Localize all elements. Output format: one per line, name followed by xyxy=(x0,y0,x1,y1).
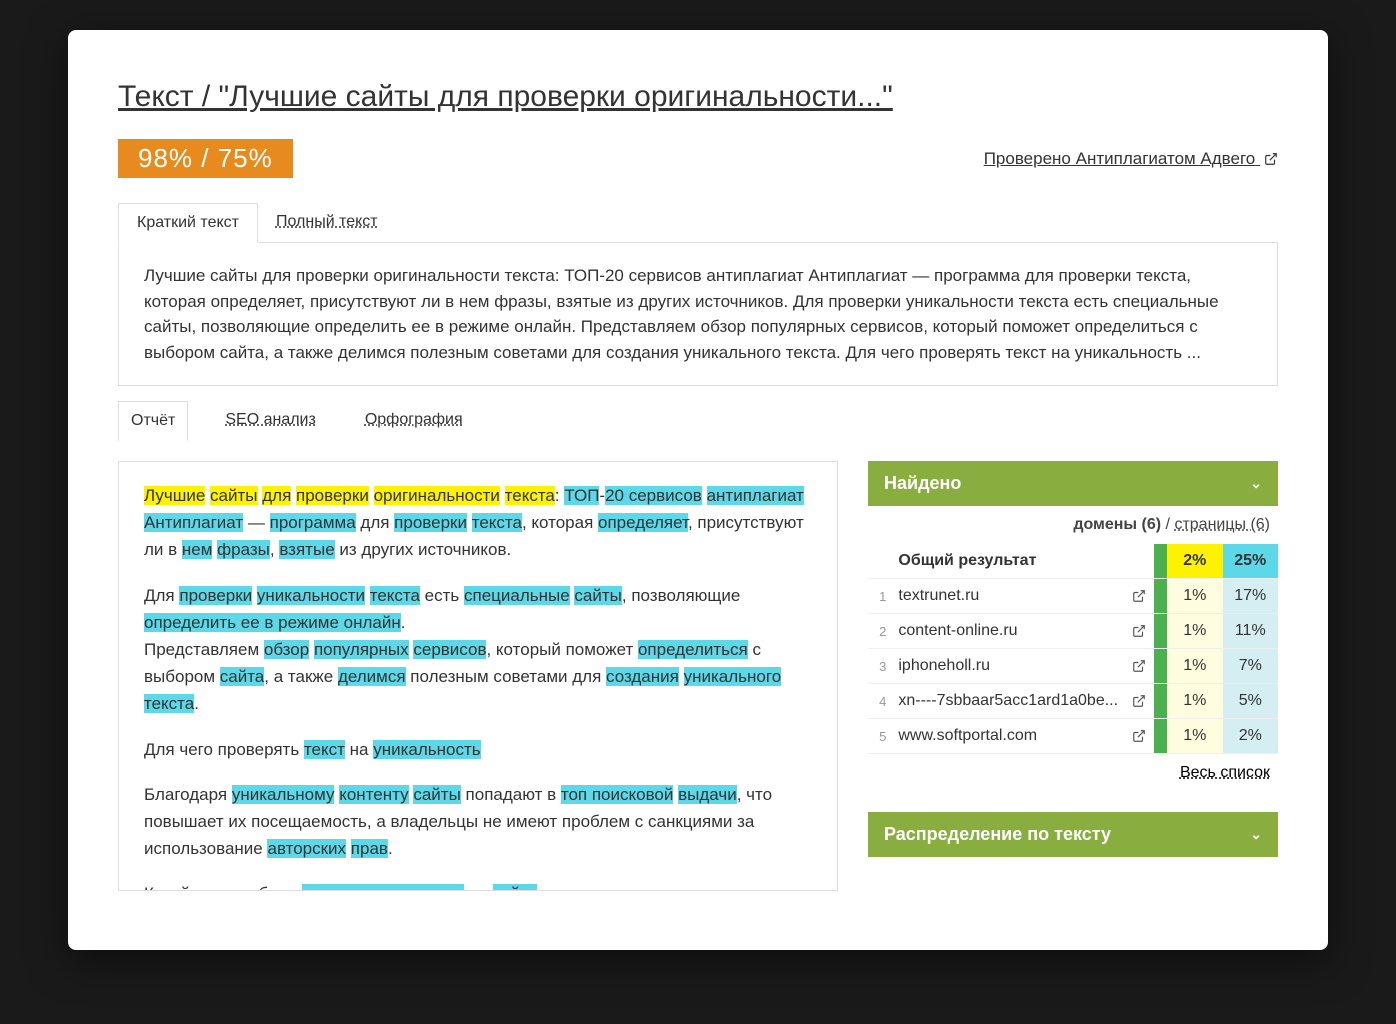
chevron-down-icon: ⌄ xyxy=(1250,475,1262,492)
row-index: 3 xyxy=(868,649,892,684)
row-domain[interactable]: content-online.ru xyxy=(892,614,1125,649)
tab-full-text[interactable]: Полный текст xyxy=(258,203,396,242)
table-row[interactable]: 1textrunet.ru 1%17% xyxy=(868,579,1278,614)
external-link-icon[interactable] xyxy=(1125,684,1154,719)
external-link-icon[interactable] xyxy=(1125,614,1154,649)
checked-by-link[interactable]: Проверено Антиплагиатом Адвего xyxy=(984,149,1278,169)
row-index: 4 xyxy=(868,684,892,719)
domains-label[interactable]: домены (6) xyxy=(1073,516,1161,533)
chevron-down-icon: ⌄ xyxy=(1250,826,1262,843)
total-row: Общий результат 2% 25% xyxy=(868,544,1278,579)
table-row[interactable]: 2content-online.ru 1%11% xyxy=(868,614,1278,649)
total-pct1: 2% xyxy=(1167,544,1222,579)
row-index: 5 xyxy=(868,719,892,754)
external-link-icon[interactable] xyxy=(1125,719,1154,754)
hl-paragraph-5: Какой должна быть уникальность текста на… xyxy=(144,880,812,891)
page-container: Текст / "Лучшие сайты для проверки ориги… xyxy=(68,30,1328,950)
highlighted-text-panel[interactable]: Лучшие сайты для проверки оригинальности… xyxy=(118,461,838,891)
distribution-header-label: Распределение по тексту xyxy=(884,824,1111,845)
hl-paragraph-1: Лучшие сайты для проверки оригинальности… xyxy=(144,482,812,564)
right-panel: Найдено ⌄ домены (6) / страницы (6) Общи… xyxy=(868,461,1278,891)
total-label: Общий результат xyxy=(892,544,1125,579)
report-tabs: Отчёт SEO анализ Орфография xyxy=(118,401,1278,441)
row-pct1: 1% xyxy=(1167,684,1222,719)
row-domain[interactable]: textrunet.ru xyxy=(892,579,1125,614)
row-pct2: 2% xyxy=(1223,719,1278,754)
distribution-header[interactable]: Распределение по тексту ⌄ xyxy=(868,812,1278,857)
text-tabs: Краткий текст Полный текст xyxy=(118,203,1278,243)
checked-by-label: Проверено Антиплагиатом Адвего xyxy=(984,149,1256,168)
hl-paragraph-3: Для чего проверять текст на уникальность xyxy=(144,736,812,763)
hl-paragraph-4: Благодаря уникальному контенту сайты поп… xyxy=(144,781,812,863)
row-pct2: 7% xyxy=(1223,649,1278,684)
pages-link[interactable]: страницы (6) xyxy=(1174,516,1270,533)
table-row[interactable]: 4xn----7sbbaar5acc1ard1a0be... 1%5% xyxy=(868,684,1278,719)
report-body: Лучшие сайты для проверки оригинальности… xyxy=(118,461,1278,891)
row-pct1: 1% xyxy=(1167,649,1222,684)
total-pct2: 25% xyxy=(1223,544,1278,579)
row-pct1: 1% xyxy=(1167,719,1222,754)
table-row[interactable]: 3iphoneholl.ru 1%7% xyxy=(868,649,1278,684)
row-pct1: 1% xyxy=(1167,614,1222,649)
domains-pages-row: домены (6) / страницы (6) xyxy=(868,506,1278,544)
row-domain[interactable]: iphoneholl.ru xyxy=(892,649,1125,684)
table-row[interactable]: 5www.softportal.com 1%2% xyxy=(868,719,1278,754)
short-text-content: Лучшие сайты для проверки оригинальности… xyxy=(118,243,1278,386)
header-row: 98% / 75% Проверено Антиплагиатом Адвего xyxy=(118,139,1278,178)
row-index: 2 xyxy=(868,614,892,649)
hl-paragraph-2: Для проверки уникальности текста есть сп… xyxy=(144,582,812,718)
results-table: Общий результат 2% 25% 1textrunet.ru1%17… xyxy=(868,544,1278,754)
external-link-icon xyxy=(1264,149,1278,168)
row-pct2: 5% xyxy=(1223,684,1278,719)
row-pct2: 11% xyxy=(1223,614,1278,649)
found-header-label: Найдено xyxy=(884,473,961,494)
external-link-icon[interactable] xyxy=(1125,649,1154,684)
external-link-icon[interactable] xyxy=(1125,579,1154,614)
row-domain[interactable]: xn----7sbbaar5acc1ard1a0be... xyxy=(892,684,1125,719)
found-header[interactable]: Найдено ⌄ xyxy=(868,461,1278,506)
row-pct2: 17% xyxy=(1223,579,1278,614)
row-index: 1 xyxy=(868,579,892,614)
page-title[interactable]: Текст / "Лучшие сайты для проверки ориги… xyxy=(118,80,1278,114)
row-domain[interactable]: www.softportal.com xyxy=(892,719,1125,754)
tab-report[interactable]: Отчёт xyxy=(118,401,188,441)
score-badge: 98% / 75% xyxy=(118,139,293,178)
tab-spell[interactable]: Орфография xyxy=(353,401,475,441)
all-list-link[interactable]: Весь список xyxy=(868,754,1278,792)
tab-seo[interactable]: SEO анализ xyxy=(213,401,327,441)
tab-short-text[interactable]: Краткий текст xyxy=(118,203,258,243)
row-pct1: 1% xyxy=(1167,579,1222,614)
